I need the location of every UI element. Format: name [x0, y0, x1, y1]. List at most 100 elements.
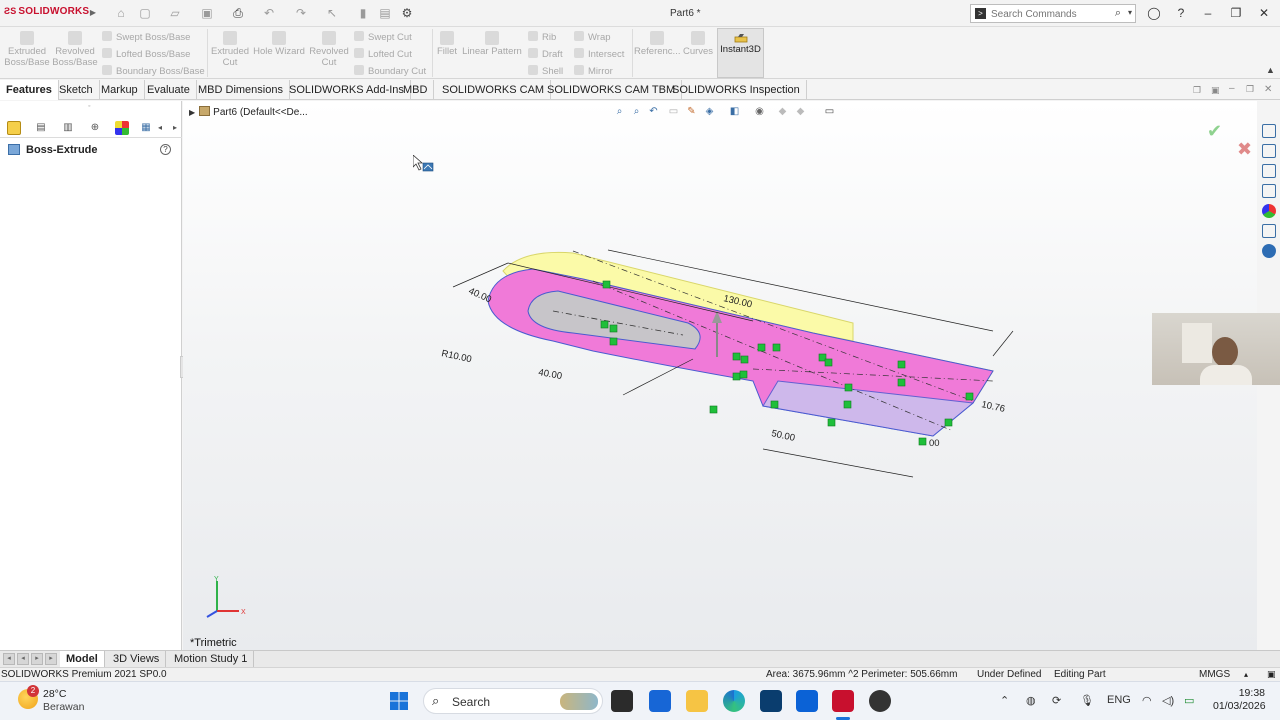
tab-solidworks-inspection[interactable]: SOLIDWORKS Inspection — [666, 80, 807, 100]
dynamic-annotation-icon[interactable]: ✎ — [685, 105, 698, 118]
tray-overflow-icon[interactable]: ⌃ — [1000, 694, 1009, 707]
taskbar-search-box[interactable]: ⌕ Search — [423, 688, 603, 714]
volume-icon[interactable]: ◁) — [1162, 694, 1174, 707]
search-commands-box[interactable]: > ⌕ ▾ — [970, 4, 1136, 23]
tab-solidworks-cam-tbm[interactable]: SOLIDWORKS CAM TBM — [541, 80, 683, 100]
feature-manager-icon[interactable] — [7, 121, 21, 135]
prev-tab-icon[interactable]: ◂ — [17, 653, 29, 665]
doc-restore-button[interactable]: ❐ — [1246, 84, 1254, 95]
view-orientation-icon[interactable]: ◈ — [703, 105, 716, 118]
tab-mbd[interactable]: MBD — [397, 80, 435, 100]
tile-pane-icon[interactable]: ▣ — [1211, 85, 1220, 96]
wifi-icon[interactable]: ◠ — [1142, 694, 1152, 707]
customize-status-icon[interactable]: ▣ — [1267, 668, 1276, 681]
intersect-button[interactable]: Intersect — [574, 48, 624, 60]
doc-minimize-button[interactable]: – — [1229, 83, 1235, 94]
ok-check-icon[interactable]: ✔ — [1207, 121, 1222, 142]
view-palette-icon[interactable] — [1262, 184, 1276, 198]
last-tab-icon[interactable]: ▸ — [45, 653, 57, 665]
zoom-to-area-icon[interactable]: ⌕ — [630, 105, 643, 118]
edge-browser-icon[interactable] — [723, 690, 745, 712]
redo-icon[interactable]: ↷ — [294, 6, 308, 20]
custom-properties-icon[interactable] — [1262, 224, 1276, 238]
part-model-3d[interactable]: 130.00 40.00 40.00 R10.00 50.00 10.76 00 — [433, 241, 1033, 481]
tab-solidworks-cam[interactable]: SOLIDWORKS CAM — [436, 80, 552, 100]
wrap-button[interactable]: Wrap — [574, 31, 611, 43]
restore-pane-icon[interactable]: ❐ — [1193, 85, 1201, 96]
select-icon[interactable]: ↖ — [325, 6, 339, 20]
dropbox-icon[interactable] — [796, 690, 818, 712]
fillet-button[interactable]: Fillet — [434, 31, 460, 57]
lofted-boss-button[interactable]: Lofted Boss/Base — [102, 48, 190, 60]
appearances-icon[interactable] — [1262, 204, 1276, 218]
property-manager-icon[interactable]: ▤ — [34, 121, 48, 135]
revolved-boss-button[interactable]: Revolved Boss/Base — [52, 31, 98, 68]
microsoft-store-icon[interactable] — [649, 690, 671, 712]
configuration-manager-icon[interactable]: ▥ — [61, 121, 75, 135]
tab-evaluate[interactable]: Evaluate — [141, 80, 197, 100]
file-explorer-icon[interactable] — [1262, 164, 1276, 178]
display-style-icon[interactable]: ◧ — [728, 105, 741, 118]
unit-system-dropdown-icon[interactable]: ▴ — [1244, 668, 1248, 681]
hide-show-items-icon[interactable]: ◉ — [753, 105, 766, 118]
dim-00[interactable]: 00 — [929, 438, 940, 449]
solidworks-logo[interactable]: ƧS SOLIDWORKS — [4, 6, 89, 17]
tab-scroll-right-icon[interactable]: ▸ — [168, 121, 182, 135]
flyout-feature-tree[interactable]: ▶ Part6 (Default<<De... — [189, 106, 308, 118]
dim-40-top[interactable]: 40.00 — [467, 286, 493, 306]
solidworks-resources-icon[interactable] — [1262, 124, 1276, 138]
calculator-app-icon[interactable] — [760, 690, 782, 712]
hole-wizard-button[interactable]: Hole Wizard — [252, 31, 306, 57]
graphics-area[interactable]: ▶ Part6 (Default<<De... ⌕ ⌕ ↶ ▭ ✎ ◈ ◧ ◉ ◆… — [183, 101, 1257, 650]
previous-view-icon[interactable]: ↶ — [647, 105, 660, 118]
tab-3d-views[interactable]: 3D Views — [107, 651, 167, 668]
extruded-cut-button[interactable]: Extruded Cut — [209, 31, 251, 68]
apply-scene-icon[interactable]: ◆ — [794, 105, 807, 118]
help-icon[interactable]: ? — [1174, 6, 1188, 20]
file-properties-icon[interactable]: ▤ — [378, 6, 392, 20]
first-tab-icon[interactable]: ◂ — [3, 653, 15, 665]
swept-cut-button[interactable]: Swept Cut — [354, 31, 412, 43]
cancel-x-icon[interactable]: ✖ — [1237, 139, 1252, 160]
dim-r10[interactable]: R10.00 — [440, 348, 472, 365]
next-tab-icon[interactable]: ▸ — [31, 653, 43, 665]
boundary-cut-button[interactable]: Boundary Cut — [354, 65, 426, 77]
dim-50[interactable]: 50.00 — [770, 428, 796, 444]
mirror-button[interactable]: Mirror — [574, 65, 613, 77]
unit-system[interactable]: MMGS — [1199, 668, 1230, 681]
panel-grip-icon[interactable]: ◦ — [88, 103, 90, 110]
tab-features[interactable]: Features — [0, 80, 59, 100]
lofted-cut-button[interactable]: Lofted Cut — [354, 48, 412, 60]
display-manager-icon[interactable] — [115, 121, 129, 135]
tab-solidworks-add-ins[interactable]: SOLIDWORKS Add-Ins — [283, 80, 411, 100]
system-clock[interactable]: 19:38 01/03/2026 — [1213, 687, 1266, 713]
curves-button[interactable]: Curves — [682, 31, 714, 57]
menu-expand-icon[interactable]: ▶ — [86, 6, 100, 20]
minimize-button[interactable]: – — [1201, 6, 1215, 20]
draft-button[interactable]: Draft — [528, 48, 563, 60]
dimxpert-manager-icon[interactable]: ⊕ — [88, 121, 102, 135]
dim-40-bottom[interactable]: 40.00 — [537, 367, 562, 382]
tab-markup[interactable]: Markup — [95, 80, 145, 100]
tab-model[interactable]: Model — [60, 651, 105, 668]
revolved-cut-button[interactable]: Revolved Cut — [308, 31, 350, 68]
linear-pattern-button[interactable]: Linear Pattern — [462, 31, 522, 57]
view-settings-icon[interactable]: ▭ — [823, 105, 836, 118]
save-icon[interactable]: ▣ — [200, 6, 214, 20]
rebuild-icon[interactable]: ▮ — [356, 6, 370, 20]
section-view-icon[interactable]: ▭ — [667, 105, 680, 118]
cam-manager-icon[interactable]: ▦ — [139, 121, 153, 135]
expand-arrow-icon[interactable]: ▶ — [189, 108, 195, 117]
search-icon[interactable]: ⌕ — [1115, 7, 1121, 20]
restore-button[interactable]: ❐ — [1229, 6, 1243, 20]
boundary-boss-button[interactable]: Boundary Boss/Base — [102, 65, 205, 77]
home-icon[interactable]: ⌂ — [114, 6, 128, 20]
battery-icon[interactable]: ▭ — [1184, 694, 1194, 707]
tab-mbd-dimensions[interactable]: MBD Dimensions — [192, 80, 290, 100]
doc-close-button[interactable]: ✕ — [1264, 84, 1272, 95]
undo-icon[interactable]: ↶ — [262, 6, 276, 20]
file-explorer-icon[interactable] — [686, 690, 708, 712]
search-commands-input[interactable] — [991, 7, 1111, 21]
tray-app-icon[interactable]: ◍ — [1026, 694, 1036, 707]
open-folder-icon[interactable]: ▱ — [168, 6, 182, 20]
